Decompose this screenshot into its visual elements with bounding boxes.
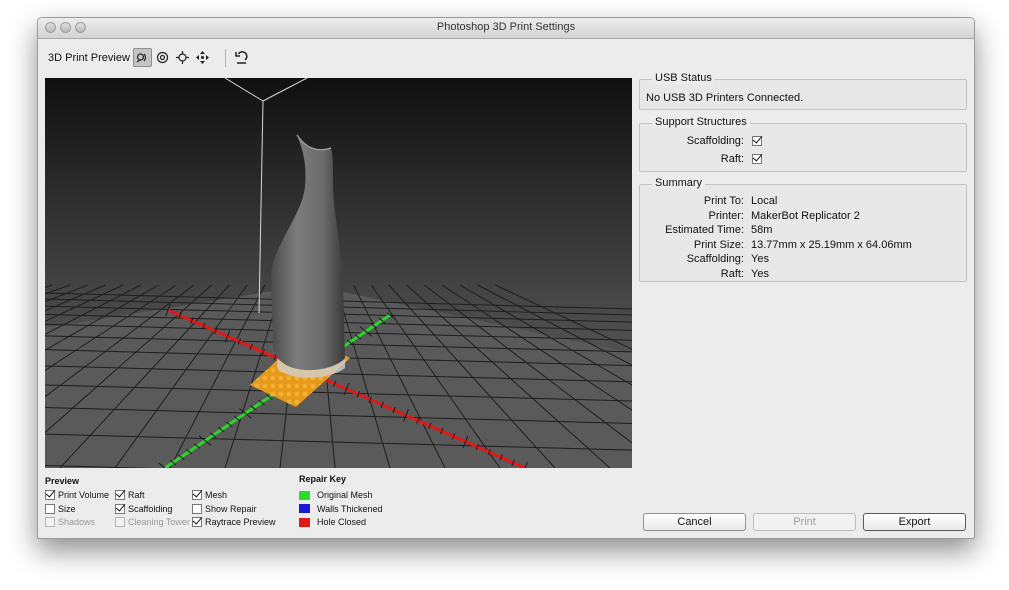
preview-option-checkbox[interactable] bbox=[45, 517, 55, 527]
title-bar: Photoshop 3D Print Settings bbox=[38, 18, 974, 39]
summary-key: Print To: bbox=[703, 195, 744, 207]
summary-group: Summary Print To: Local Printer: MakerBot R… bbox=[639, 177, 967, 282]
toolbar-label: 3D Print Preview bbox=[48, 52, 130, 64]
repair-key-label: Hole Closed bbox=[317, 517, 367, 527]
preview-option[interactable]: Show Repair bbox=[192, 503, 257, 514]
window-title: Photoshop 3D Print Settings bbox=[436, 21, 576, 33]
summary-title: Summary bbox=[652, 177, 706, 189]
repair-key-swatch bbox=[299, 517, 310, 527]
summary-value: 58m bbox=[751, 224, 773, 237]
preview-option[interactable]: Cleaning Tower bbox=[115, 517, 190, 527]
raft-label: Raft: bbox=[720, 153, 744, 165]
repair-key-heading: Repair Key bbox=[299, 474, 347, 484]
preview-option-checkbox[interactable] bbox=[115, 490, 125, 500]
preview-option-checkbox[interactable] bbox=[45, 490, 55, 500]
export-button[interactable]: Export bbox=[863, 513, 966, 531]
preview-option-checkbox[interactable] bbox=[192, 503, 202, 514]
preview-option[interactable]: Scaffolding bbox=[115, 503, 173, 514]
repair-key-item: Original Mesh bbox=[299, 490, 373, 500]
usb-status-message: No USB 3D Printers Connected. bbox=[646, 92, 804, 104]
repair-key-swatch bbox=[299, 504, 310, 513]
summary-value: Local bbox=[751, 195, 778, 207]
print-settings-window: Photoshop 3D Print Settings 3D Print Pre… bbox=[37, 17, 975, 539]
scaffolding-label: Scaffolding: bbox=[686, 135, 744, 147]
preview-option[interactable]: Print Volume bbox=[45, 490, 109, 500]
summary-key: Print Size: bbox=[693, 238, 744, 251]
summary-key: Raft: bbox=[720, 268, 744, 280]
preview-option[interactable]: Shadows bbox=[45, 517, 95, 527]
preview-option-label: Cleaning Tower bbox=[128, 517, 190, 527]
orbit-icon[interactable] bbox=[133, 48, 152, 67]
support-structures-title: Support Structures bbox=[652, 116, 750, 128]
preview-option[interactable]: Size bbox=[45, 503, 76, 514]
summary-value: Yes bbox=[751, 253, 769, 266]
preview-option[interactable]: Mesh bbox=[192, 490, 227, 500]
scaffolding-checkbox[interactable] bbox=[752, 136, 762, 146]
reset-view-icon[interactable] bbox=[232, 48, 251, 67]
raft-checkbox[interactable] bbox=[752, 154, 762, 164]
repair-key-swatch bbox=[299, 490, 310, 500]
preview-option-checkbox[interactable] bbox=[45, 503, 55, 514]
usb-status-title: USB Status bbox=[652, 72, 715, 84]
preview-option-label: Raft bbox=[128, 490, 145, 500]
preview-option-checkbox[interactable] bbox=[115, 503, 125, 514]
slide-icon[interactable] bbox=[193, 48, 212, 67]
preview-option-label: Print Volume bbox=[58, 490, 110, 500]
usb-status-group: USB Status No USB 3D Printers Connected. bbox=[639, 72, 967, 110]
summary-value: Yes bbox=[751, 268, 769, 280]
preview-option[interactable]: Raft bbox=[115, 490, 145, 500]
summary-value: MakerBot Replicator 2 bbox=[751, 209, 860, 222]
preview-option-checkbox[interactable] bbox=[115, 517, 125, 527]
preview-option[interactable]: Raytrace Preview bbox=[192, 517, 276, 527]
print-button[interactable]: Print bbox=[753, 513, 856, 531]
preview-option-label: Show Repair bbox=[205, 503, 257, 514]
pan-icon[interactable] bbox=[173, 48, 192, 67]
support-structures-group: Support Structures Scaffolding: Raft: bbox=[639, 116, 967, 172]
summary-key: Scaffolding: bbox=[686, 253, 744, 266]
repair-key-label: Original Mesh bbox=[317, 490, 373, 500]
preview-option-label: Scaffolding bbox=[128, 503, 173, 514]
repair-key-item: Walls Thickened bbox=[299, 504, 383, 514]
preview-option-checkbox[interactable] bbox=[192, 517, 202, 527]
summary-key: Printer: bbox=[708, 209, 744, 222]
preview-option-label: Shadows bbox=[58, 517, 96, 527]
repair-key-item: Hole Closed bbox=[299, 517, 366, 527]
summary-value: 13.77mm x 25.19mm x 64.06mm bbox=[751, 238, 912, 251]
cancel-button[interactable]: Cancel bbox=[643, 513, 746, 531]
3d-preview-viewport[interactable] bbox=[45, 78, 632, 468]
roll-icon[interactable] bbox=[153, 48, 172, 67]
preview-option-label: Mesh bbox=[205, 490, 228, 500]
toolbar-separator bbox=[225, 49, 226, 67]
preview-heading: Preview bbox=[45, 476, 80, 486]
preview-option-label: Raytrace Preview bbox=[205, 517, 276, 527]
preview-option-label: Size bbox=[58, 503, 76, 514]
summary-key: Estimated Time: bbox=[665, 224, 744, 237]
repair-key-label: Walls Thickened bbox=[317, 503, 383, 514]
preview-option-checkbox[interactable] bbox=[192, 490, 202, 500]
